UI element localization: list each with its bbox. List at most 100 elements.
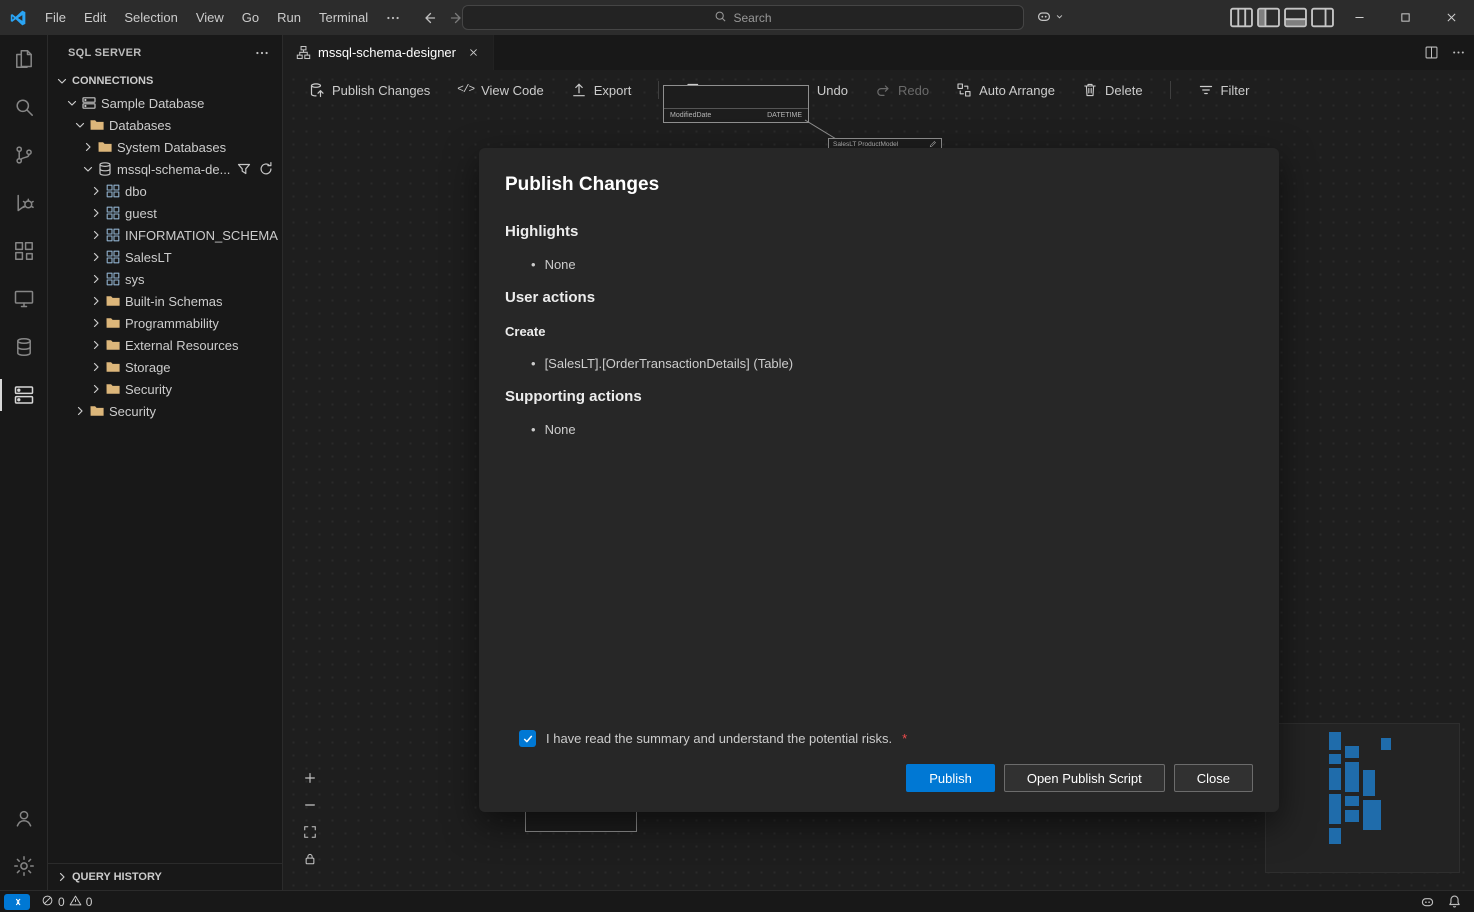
problems-indicator[interactable]: 0 0 xyxy=(36,891,97,912)
tree-item-system-databases[interactable]: System Databases xyxy=(48,136,282,158)
remote-indicator-icon[interactable] xyxy=(4,894,30,910)
tree-folder-icon xyxy=(105,359,121,375)
mssql-icon[interactable] xyxy=(0,371,47,419)
chevron-right-icon xyxy=(88,271,104,287)
activity-bar-bottom xyxy=(0,794,47,890)
tree-item-saleslt[interactable]: SalesLT xyxy=(48,246,282,268)
editor-more-actions-icon[interactable] xyxy=(1451,45,1466,60)
toggle-secondary-sidebar-icon[interactable] xyxy=(1309,0,1336,35)
menu-terminal[interactable]: Terminal xyxy=(310,0,377,35)
tree-item-programmability[interactable]: Programmability xyxy=(48,312,282,334)
minimize-icon[interactable] xyxy=(1336,0,1382,35)
view-code-button[interactable]: </>View Code xyxy=(457,83,543,98)
tree-item-security[interactable]: Security xyxy=(48,400,282,422)
back-icon[interactable] xyxy=(421,10,437,26)
zoom-in-icon[interactable] xyxy=(301,770,319,786)
copilot-menu[interactable] xyxy=(1036,5,1065,30)
source-control-icon[interactable] xyxy=(0,131,47,179)
user-actions-heading: User actions xyxy=(505,289,1253,306)
maximize-icon[interactable] xyxy=(1382,0,1428,35)
account-icon[interactable] xyxy=(0,794,47,842)
explorer-icon[interactable] xyxy=(0,35,47,83)
remote-explorer-icon[interactable] xyxy=(0,275,47,323)
zoom-out-icon[interactable] xyxy=(301,797,319,813)
tree-item-databases[interactable]: Databases xyxy=(48,114,282,136)
menu-file[interactable]: File xyxy=(36,0,75,35)
fit-view-icon[interactable] xyxy=(301,824,319,840)
create-heading: Create xyxy=(505,324,1253,339)
dialog-title: Publish Changes xyxy=(505,174,1253,196)
customize-layout-icon[interactable] xyxy=(1228,0,1255,35)
menu-selection[interactable]: Selection xyxy=(115,0,186,35)
open-publish-script-button[interactable]: Open Publish Script xyxy=(1004,764,1165,792)
run-and-debug-icon[interactable] xyxy=(0,179,47,227)
warning-count: 0 xyxy=(86,895,93,909)
filter-button[interactable]: Filter xyxy=(1198,82,1250,98)
tree-schema-icon xyxy=(105,249,121,265)
tree-item-label: guest xyxy=(125,206,157,221)
minimap-node xyxy=(1345,746,1359,758)
tree-item-information-schema[interactable]: INFORMATION_SCHEMA xyxy=(48,224,282,246)
tree-folder-icon xyxy=(89,117,105,133)
bell-icon[interactable] xyxy=(1447,894,1462,909)
toggle-primary-sidebar-icon[interactable] xyxy=(1255,0,1282,35)
menu-go[interactable]: Go xyxy=(233,0,268,35)
menu-run[interactable]: Run xyxy=(268,0,310,35)
bullet-icon: • xyxy=(531,356,536,371)
menu-edit[interactable]: Edit xyxy=(75,0,115,35)
tab-close-icon[interactable] xyxy=(463,43,483,63)
tree-item-mssql-schema-de[interactable]: mssql-schema-de... xyxy=(48,158,282,180)
tree-item-sample-database[interactable]: Sample Database xyxy=(48,92,282,114)
extensions-icon[interactable] xyxy=(0,227,47,275)
sidebar-more-actions-icon[interactable] xyxy=(254,45,270,61)
tree-item-label: Security xyxy=(125,382,172,397)
tab-mssql-schema-designer[interactable]: mssql-schema-designer xyxy=(283,35,494,70)
tree-item-security[interactable]: Security xyxy=(48,378,282,400)
tree-item-label: Databases xyxy=(109,118,171,133)
lock-icon[interactable] xyxy=(301,851,319,867)
filter-icon[interactable] xyxy=(236,161,252,177)
split-editor-icon[interactable] xyxy=(1424,45,1439,60)
database-projects-icon[interactable] xyxy=(0,323,47,371)
publish-changes-button[interactable]: Publish Changes xyxy=(309,82,430,98)
tree-item-built-in-schemas[interactable]: Built-in Schemas xyxy=(48,290,282,312)
auto-arrange-button[interactable]: Auto Arrange xyxy=(956,82,1055,98)
copilot-status-icon[interactable] xyxy=(1420,894,1435,909)
supporting-actions-heading: Supporting actions xyxy=(505,388,1253,405)
chevron-down-icon xyxy=(54,73,70,89)
risk-acknowledge-checkbox[interactable] xyxy=(519,730,536,747)
query-history-section[interactable]: QUERY HISTORY xyxy=(48,863,282,890)
delete-button[interactable]: Delete xyxy=(1082,82,1143,98)
search-icon[interactable] xyxy=(0,83,47,131)
settings-gear-icon[interactable] xyxy=(0,842,47,890)
toggle-panel-icon[interactable] xyxy=(1282,0,1309,35)
menu-view[interactable]: View xyxy=(187,0,233,35)
connections-section-header[interactable]: CONNECTIONS xyxy=(48,70,282,92)
close-window-icon[interactable] xyxy=(1428,0,1474,35)
command-center-search[interactable]: Search xyxy=(462,5,1024,30)
refresh-icon[interactable] xyxy=(258,161,274,177)
minimap[interactable] xyxy=(1265,723,1460,873)
tree-item-dbo[interactable]: dbo xyxy=(48,180,282,202)
close-button[interactable]: Close xyxy=(1174,764,1253,792)
tree-item-storage[interactable]: Storage xyxy=(48,356,282,378)
tree-item-external-resources[interactable]: External Resources xyxy=(48,334,282,356)
activity-bar-items xyxy=(0,35,47,419)
more-menu-icon[interactable] xyxy=(377,10,409,26)
minimap-node xyxy=(1329,732,1341,750)
tree-item-sys[interactable]: sys xyxy=(48,268,282,290)
table-card-fragment[interactable]: ModifiedDate DATETIME xyxy=(663,85,809,123)
toolbar-separator xyxy=(658,81,659,99)
tree-item-guest[interactable]: guest xyxy=(48,202,282,224)
chevron-down-icon xyxy=(64,95,80,111)
redo-button[interactable]: Redo xyxy=(875,82,929,98)
status-bar-right xyxy=(1420,891,1474,912)
sidebar-header: SQL SERVER xyxy=(48,35,282,70)
status-bar: 0 0 xyxy=(0,890,1474,912)
chevron-right-icon xyxy=(88,293,104,309)
publish-button[interactable]: Publish xyxy=(906,764,995,792)
export-button[interactable]: Export xyxy=(571,82,632,98)
tree-folder-icon xyxy=(97,139,113,155)
chevron-right-icon xyxy=(88,227,104,243)
auto-arrange-icon xyxy=(956,82,972,98)
